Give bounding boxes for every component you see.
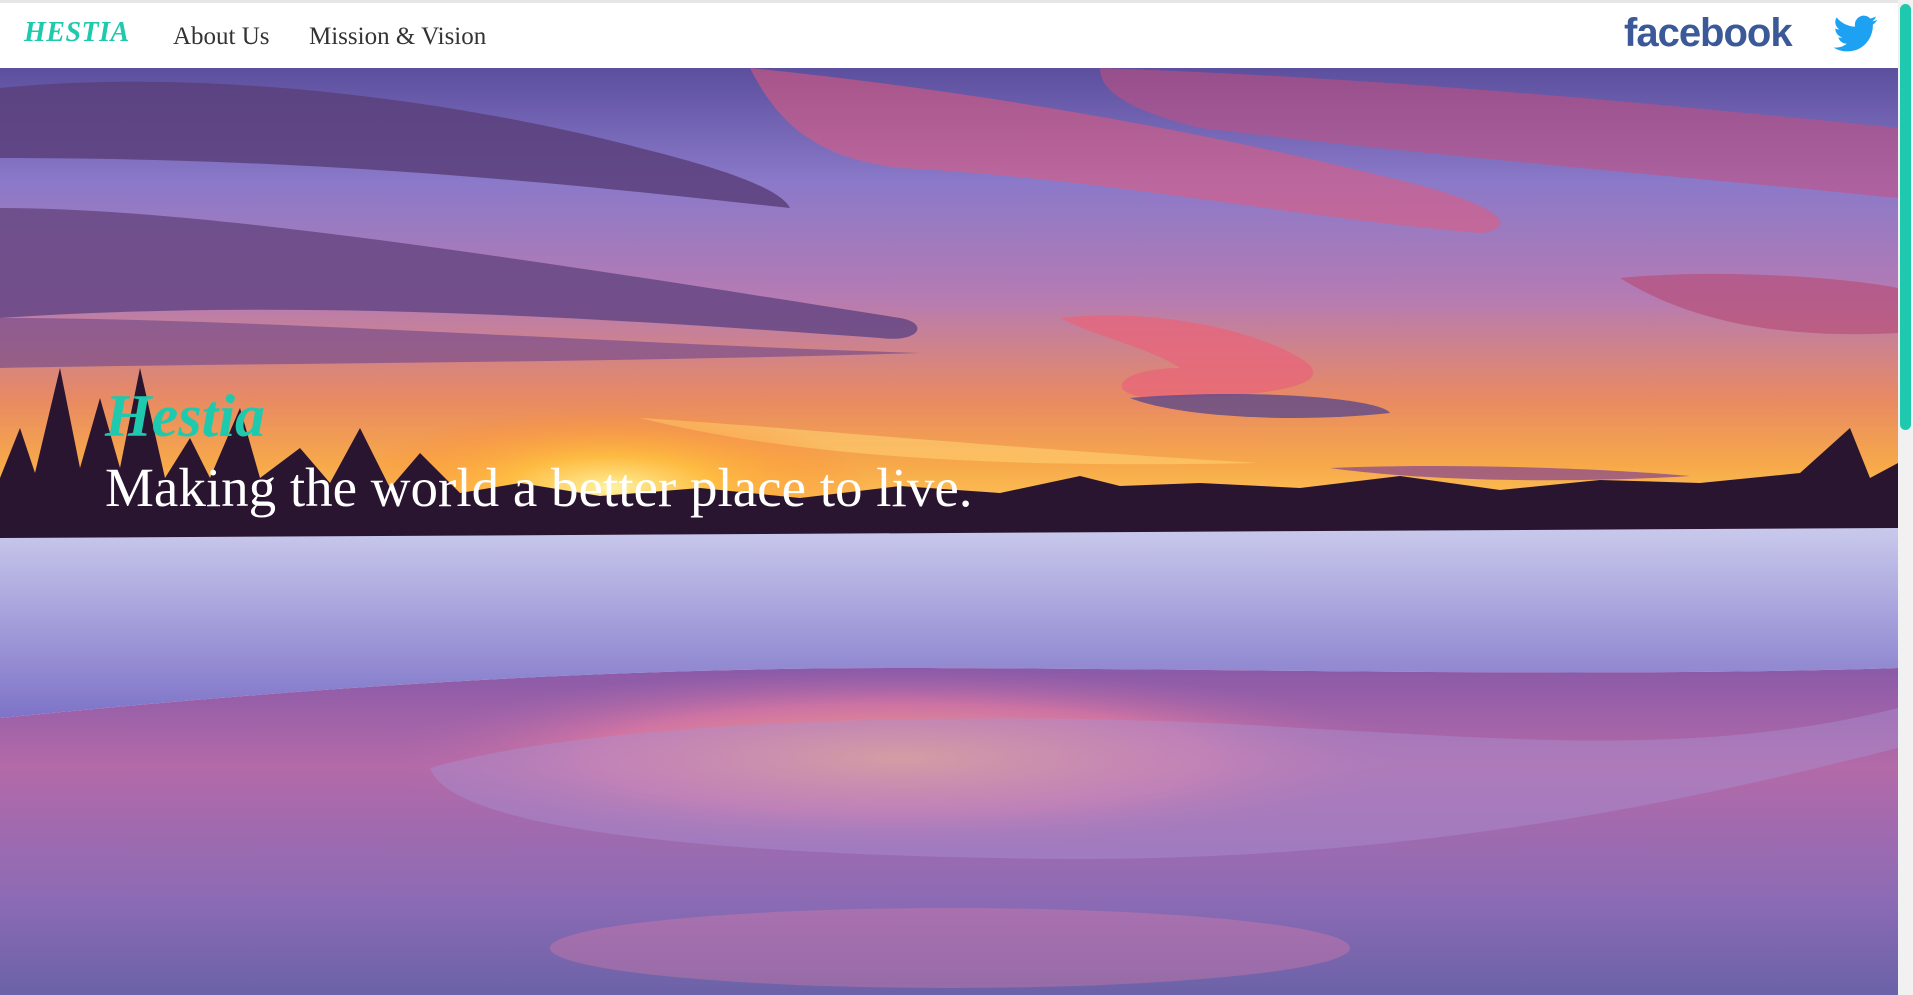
nav-link-mission-vision[interactable]: Mission & Vision (309, 23, 486, 51)
nav-link-about-us[interactable]: About Us (173, 23, 270, 51)
hero-tagline: Making the world a better place to live. (105, 457, 973, 518)
brand-logo[interactable]: HESTIA (24, 17, 130, 49)
navbar: HESTIA About Us Mission & Vision faceboo… (0, 0, 1898, 68)
hero-background-image (0, 68, 1898, 995)
facebook-link[interactable]: facebook (1624, 11, 1793, 56)
hero-title: Hestia (105, 383, 265, 449)
hero-section: Hestia Making the world a better place t… (0, 68, 1898, 995)
page: HESTIA About Us Mission & Vision faceboo… (0, 0, 1913, 995)
scrollbar-thumb[interactable] (1900, 4, 1911, 430)
twitter-bird-icon[interactable] (1833, 15, 1878, 53)
